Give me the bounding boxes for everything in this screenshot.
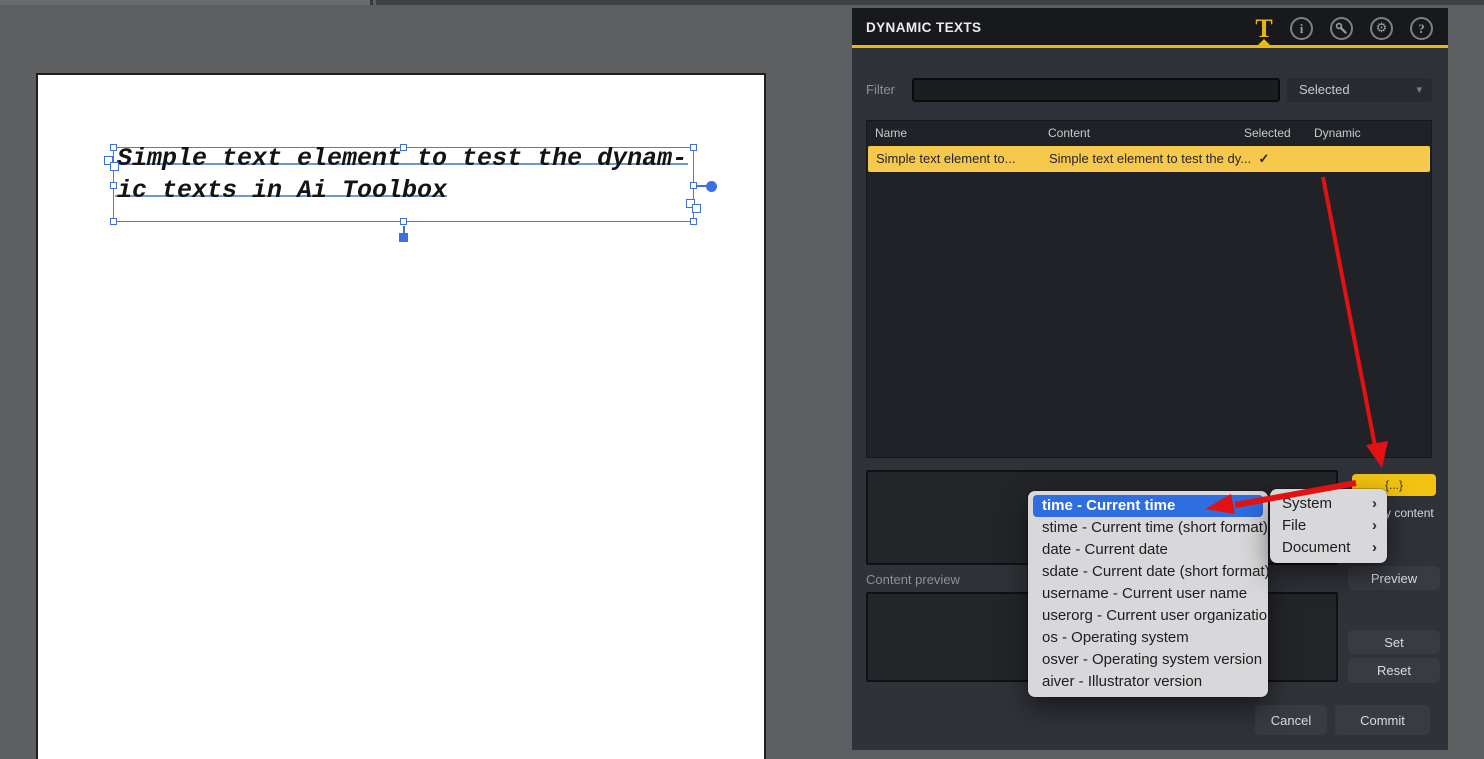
commit-button[interactable]: Commit [1335, 705, 1430, 735]
selection-handle-top-left[interactable] [110, 144, 117, 151]
row-selected-check-icon: ✓ [1252, 146, 1276, 172]
menu-item-system-label: System [1282, 493, 1332, 515]
cancel-button[interactable]: Cancel [1255, 705, 1327, 735]
scope-dropdown-value: Selected [1299, 82, 1350, 97]
chevron-down-icon: ▾ [1416, 78, 1422, 102]
info-icon[interactable]: i [1290, 17, 1313, 40]
column-header-content[interactable]: Content [1048, 121, 1090, 145]
menu-item-document-label: Document [1282, 537, 1350, 559]
text-inport-icon-inner[interactable] [110, 162, 119, 171]
set-button[interactable]: Set [1348, 630, 1440, 654]
chevron-right-icon: › [1372, 515, 1377, 537]
table-row[interactable]: Simple text element to... Simple text el… [868, 146, 1430, 172]
partially-hidden-content-label: y content [1385, 506, 1434, 520]
text-outport-icon-inner[interactable] [692, 204, 701, 213]
menu-item-date[interactable]: date - Current date [1028, 539, 1268, 561]
menu-item-sdate[interactable]: sdate - Current date (short format) [1028, 561, 1268, 583]
bottom-anchor-node[interactable] [399, 233, 408, 242]
menu-item-system[interactable]: System › [1270, 493, 1387, 515]
menu-item-file-label: File [1282, 515, 1306, 537]
document-tab-strip-left [0, 0, 373, 5]
text-elements-table: Name Content Selected Dynamic Simple tex… [866, 120, 1432, 458]
menu-item-os[interactable]: os - Operating system [1028, 627, 1268, 649]
menu-item-osver[interactable]: osver - Operating system version [1028, 649, 1268, 671]
panel-header: DYNAMIC TEXTS T i ⚙ ? [852, 8, 1448, 48]
menu-item-username[interactable]: username - Current user name [1028, 583, 1268, 605]
selection-handle-mid-right[interactable] [690, 182, 697, 189]
scope-dropdown[interactable]: Selected ▾ [1287, 78, 1432, 102]
column-header-name[interactable]: Name [875, 121, 907, 145]
filter-label: Filter [866, 78, 895, 102]
panel-title: DYNAMIC TEXTS [866, 8, 981, 48]
filter-input[interactable] [912, 78, 1280, 102]
wrench-icon[interactable] [1330, 17, 1353, 40]
selection-handle-bottom-left[interactable] [110, 218, 117, 225]
selection-handle-top-center[interactable] [400, 144, 407, 151]
column-header-selected[interactable]: Selected [1244, 121, 1291, 145]
gear-icon[interactable]: ⚙ [1370, 17, 1393, 40]
row-content-cell: Simple text element to test the dy... [1049, 146, 1251, 172]
selection-handle-bottom-center[interactable] [400, 218, 407, 225]
column-header-dynamic[interactable]: Dynamic [1314, 121, 1361, 145]
chevron-right-icon: › [1372, 493, 1377, 515]
artboard-text[interactable]: Simple text element to test the dynam-ic… [117, 143, 687, 207]
selection-handle-bottom-right[interactable] [690, 218, 697, 225]
help-icon[interactable]: ? [1410, 17, 1433, 40]
selection-handle-mid-left[interactable] [110, 182, 117, 189]
menu-item-aiver[interactable]: aiver - Illustrator version [1028, 671, 1268, 693]
token-category-menu: System › File › Document › [1270, 489, 1387, 563]
menu-item-stime[interactable]: stime - Current time (short format) [1028, 517, 1268, 539]
application-window: Simple text element to test the dynam-ic… [0, 0, 1484, 759]
outport-node[interactable] [706, 181, 717, 192]
menu-item-document[interactable]: Document › [1270, 537, 1387, 559]
menu-item-time[interactable]: time - Current time [1033, 495, 1263, 517]
preview-button[interactable]: Preview [1348, 566, 1440, 590]
active-tab-indicator [1255, 39, 1273, 48]
menu-item-file[interactable]: File › [1270, 515, 1387, 537]
artboard-text-line2: ic texts in Ai Toolbox [117, 175, 687, 207]
document-tab-strip-right [376, 0, 1484, 5]
row-name-cell: Simple text element to... [876, 146, 1015, 172]
chevron-right-icon: › [1372, 537, 1377, 559]
menu-item-userorg[interactable]: userorg - Current user organization [1028, 605, 1268, 627]
reset-button[interactable]: Reset [1348, 658, 1440, 683]
content-preview-label: Content preview [866, 572, 960, 587]
token-menu: time - Current time stime - Current time… [1028, 491, 1268, 697]
selection-handle-top-right[interactable] [690, 144, 697, 151]
